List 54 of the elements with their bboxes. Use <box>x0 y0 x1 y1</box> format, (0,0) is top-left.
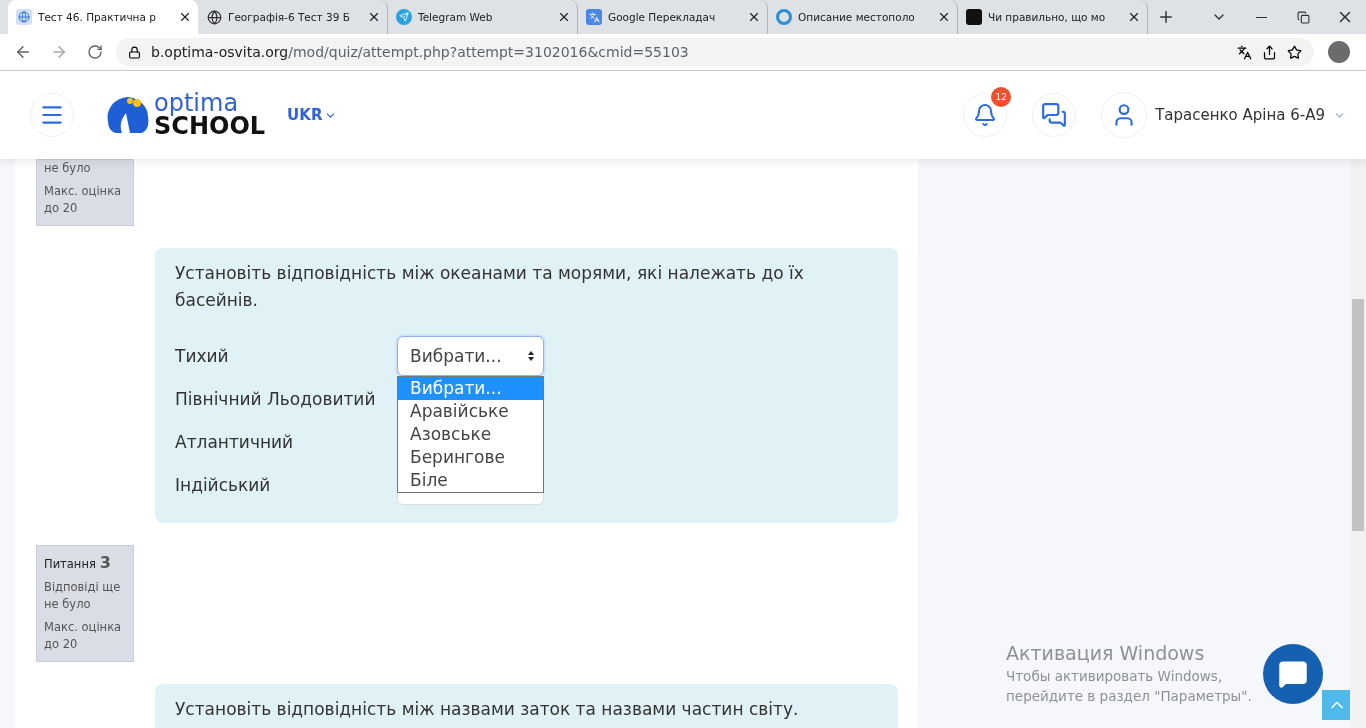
close-icon[interactable] <box>937 10 951 24</box>
user-icon <box>1101 92 1148 138</box>
answer-label: Атлантичний <box>175 432 295 452</box>
browser-tab[interactable]: Тест 46. Практична р <box>8 0 198 34</box>
question-title: Питання <box>44 556 96 573</box>
globe-icon <box>206 9 222 25</box>
answer-label: Північний Льодовитий <box>175 389 377 409</box>
plus-icon <box>1157 8 1175 26</box>
question-text: Установіть відповідність між океанами та морями, які належать до їх басейнів. <box>175 262 805 312</box>
question-grade: Макс. оцінка до 20 <box>44 183 123 217</box>
notification-count: 12 <box>991 87 1012 107</box>
close-icon[interactable] <box>747 10 761 24</box>
messages-button[interactable] <box>1032 93 1077 137</box>
translate-icon <box>586 9 602 25</box>
close-icon[interactable] <box>557 10 571 24</box>
logo-text: optima <box>154 92 239 115</box>
language-selector[interactable]: UKR <box>287 106 338 124</box>
star-icon[interactable] <box>1287 44 1302 60</box>
bell-icon <box>973 103 998 127</box>
close-icon[interactable] <box>367 10 381 24</box>
close-icon[interactable] <box>1127 10 1141 24</box>
share-icon[interactable] <box>1262 44 1277 60</box>
close-icon[interactable] <box>178 10 192 24</box>
square-icon <box>966 9 982 25</box>
activation-text: Чтобы активировать Windows, перейдите в раздел "Параметры". <box>1006 667 1253 706</box>
answer-label: Тихий <box>175 346 230 366</box>
question-number: 3 <box>99 554 111 571</box>
profile-avatar[interactable] <box>1328 41 1350 63</box>
send-icon <box>396 9 412 25</box>
chat-bubbles-icon <box>1041 102 1068 128</box>
notifications-button[interactable] <box>963 93 1008 137</box>
chat-icon <box>1278 659 1308 689</box>
question-status: Відповіді ще не було <box>44 579 122 613</box>
logo-text: SCHOOL <box>154 115 266 138</box>
minimize-icon <box>1255 16 1267 18</box>
address-bar[interactable]: b.optima-osvita.org/mod/quiz/attempt.php?attempt=3102016&cmid=55103 <box>116 38 1314 66</box>
translate-icon[interactable] <box>1237 44 1252 60</box>
activation-title: Активация Windows <box>1006 642 1206 664</box>
menu-button[interactable] <box>30 93 74 137</box>
answer-select[interactable]: Вибрати... <box>397 336 544 376</box>
lock-icon <box>128 45 141 59</box>
chat-button[interactable] <box>1263 644 1323 704</box>
question-grade: Макс. оцінка до 20 <box>44 619 123 653</box>
user-menu[interactable]: Тарасенко Аріна 6-А9 <box>1101 92 1346 138</box>
sort-arrows-icon <box>527 350 535 362</box>
ring-icon <box>776 9 792 25</box>
page-icon <box>16 9 32 25</box>
scrollbar[interactable] <box>1350 159 1366 728</box>
question-status: не було <box>44 160 92 177</box>
reload-icon <box>87 44 103 60</box>
answer-label: Індійський <box>175 475 272 495</box>
question-text: Установіть відповідність між назвами заток та назвами частин світу. <box>175 698 800 721</box>
arrow-right-icon <box>50 43 68 61</box>
restore-icon <box>1296 10 1310 24</box>
